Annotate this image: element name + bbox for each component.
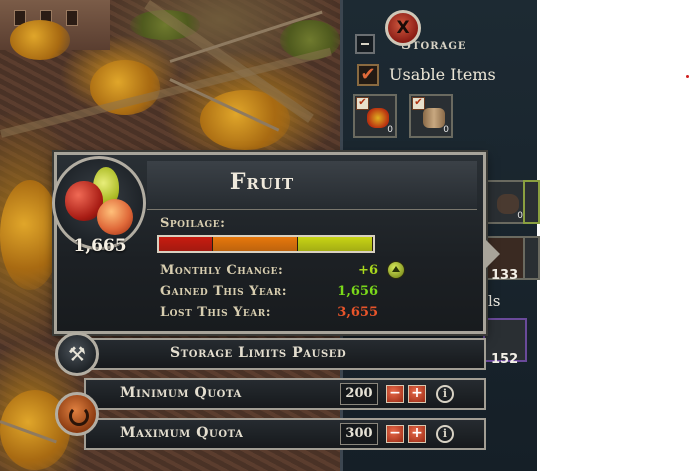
maximum-quota-decrease-button[interactable]: − bbox=[386, 425, 404, 443]
apple-icon bbox=[97, 199, 133, 235]
storage-slot[interactable]: 0 bbox=[483, 180, 527, 224]
maximum-quota-value[interactable]: 300 bbox=[340, 423, 378, 445]
gained-this-year-label: Gained This Year: bbox=[160, 284, 288, 299]
minimum-quota-info-icon[interactable]: i bbox=[436, 385, 454, 403]
storage-slot[interactable]: ✔ 0 bbox=[353, 94, 397, 138]
maximum-quota-info-icon[interactable]: i bbox=[436, 425, 454, 443]
spoilage-segment bbox=[212, 237, 299, 251]
monthly-change-label: Monthly Change: bbox=[160, 263, 284, 278]
usable-items-label: Usable Items bbox=[389, 65, 496, 84]
spoilage-label: Spoilage: bbox=[160, 216, 226, 231]
storage-slot[interactable] bbox=[523, 236, 540, 280]
minimum-quota-value[interactable]: 200 bbox=[340, 383, 378, 405]
item-count: 152 bbox=[491, 352, 519, 367]
minimum-quota-label: Minimum Quota bbox=[120, 385, 242, 401]
maximum-quota-label: Maximum Quota bbox=[120, 425, 244, 441]
lost-this-year-label: Lost This Year: bbox=[160, 305, 272, 320]
checkmark-icon: ✔ bbox=[412, 97, 425, 110]
tree bbox=[10, 20, 70, 60]
spoilage-segment bbox=[298, 237, 373, 251]
monthly-change-value: +6 bbox=[358, 263, 378, 278]
storage-slot[interactable] bbox=[523, 180, 540, 224]
tree bbox=[0, 180, 60, 290]
collapse-storage-button[interactable] bbox=[355, 34, 375, 54]
checkmark-icon: ✔ bbox=[356, 97, 369, 110]
spoilage-segment bbox=[159, 237, 213, 251]
usable-items-checkbox[interactable]: ✔ bbox=[357, 64, 379, 86]
minimum-quota-increase-button[interactable]: + bbox=[408, 385, 426, 403]
storage-limits-bar: Storage Limits Paused bbox=[72, 338, 486, 370]
trend-up-icon bbox=[387, 261, 405, 279]
item-name: Fruit bbox=[229, 169, 295, 195]
gained-this-year-value: 1,656 bbox=[337, 284, 378, 299]
goods-icon bbox=[497, 194, 519, 214]
hammer-icon[interactable]: ⚒ bbox=[55, 332, 99, 376]
spice-bowl-icon bbox=[367, 108, 389, 128]
tooltip-pointer bbox=[486, 240, 500, 268]
barrel-icon bbox=[423, 108, 445, 128]
minimum-quota-decrease-button[interactable]: − bbox=[386, 385, 404, 403]
storage-limits-status: Storage Limits Paused bbox=[170, 345, 347, 361]
item-count: 133 bbox=[491, 268, 519, 283]
close-button[interactable]: X bbox=[385, 10, 421, 46]
storage-slot[interactable]: ✔ 0 bbox=[409, 94, 453, 138]
slot-count: 0 bbox=[387, 125, 393, 135]
tooltip-header: Fruit bbox=[147, 161, 477, 210]
quota-loop-icon[interactable] bbox=[55, 392, 99, 436]
lost-this-year-value: 3,655 bbox=[337, 305, 378, 320]
fruit-quantity: 1,665 bbox=[73, 236, 127, 256]
spoilage-bar bbox=[157, 235, 375, 253]
section-label-fragment: ls bbox=[488, 292, 501, 310]
slot-count: 0 bbox=[443, 125, 449, 135]
maximum-quota-increase-button[interactable]: + bbox=[408, 425, 426, 443]
